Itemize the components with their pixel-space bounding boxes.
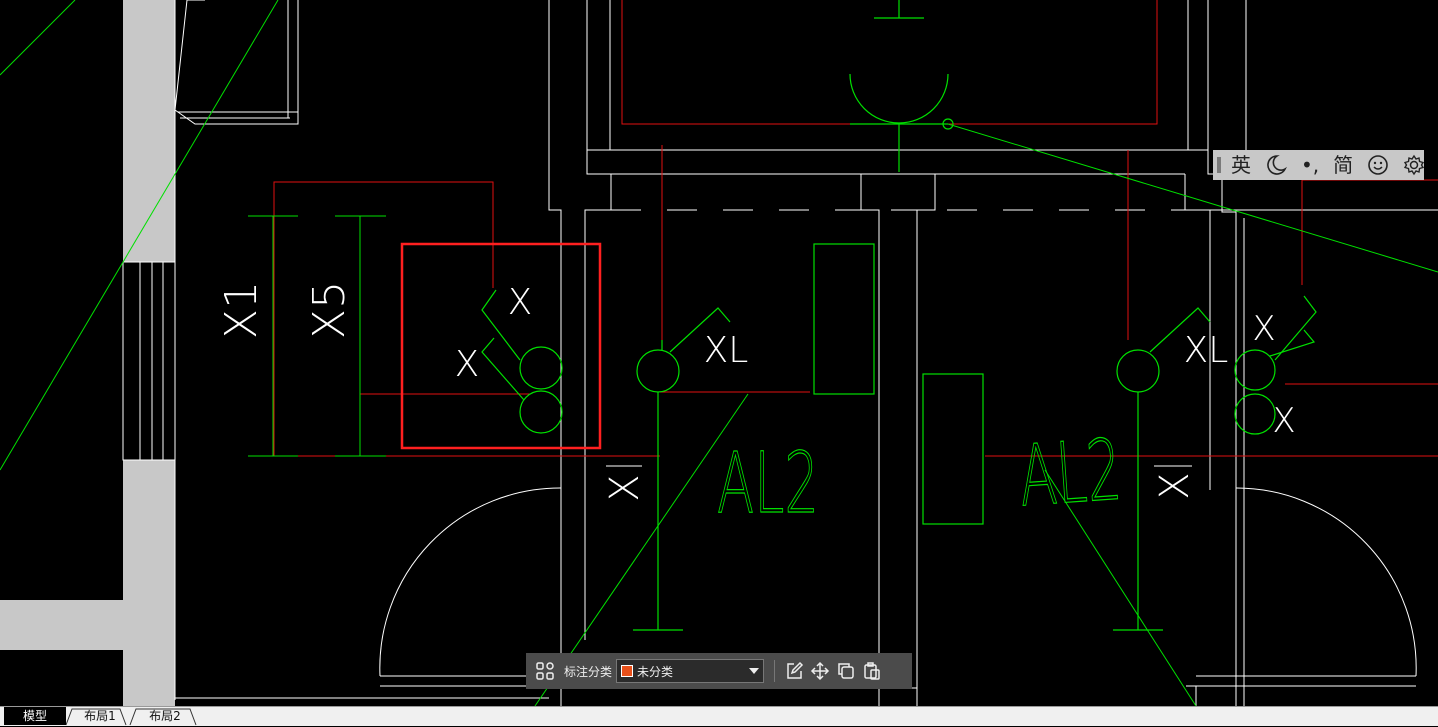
tag-x-right-lower: X	[1272, 401, 1295, 441]
walls-outline	[174, 0, 1438, 706]
annotation-toolbar[interactable]: 标注分类 未分类	[526, 653, 912, 689]
layout-tab-bar: 模型 布局1 布局2	[0, 706, 1438, 726]
ime-drag-handle[interactable]	[1217, 157, 1221, 173]
tag-x-right-upper: X	[1252, 309, 1275, 349]
tag-xl-right: XL	[1184, 330, 1229, 371]
paste-icon[interactable]	[859, 658, 885, 684]
ime-language-toggle[interactable]: 英	[1231, 150, 1251, 180]
category-dropdown[interactable]: 未分类	[616, 659, 765, 683]
selection-rectangle[interactable]	[400, 242, 602, 450]
tab-layout2[interactable]: 布局2	[136, 707, 194, 725]
tab-layout1[interactable]: 布局1	[72, 707, 128, 725]
panel-label-left: AL2	[717, 434, 819, 532]
ceiling-fixture	[849, 0, 954, 172]
tab-model[interactable]: 模型	[4, 707, 66, 725]
panel-rectangles	[813, 243, 984, 525]
wall-left	[0, 0, 175, 706]
category-label: 标注分类	[564, 664, 613, 679]
tag-x-vertical-left: X	[602, 474, 648, 501]
tag-x-vertical-right: X	[1152, 472, 1198, 499]
chevron-down-icon	[749, 668, 760, 674]
dimension-label-x1: X1	[216, 281, 267, 339]
move-icon[interactable]	[807, 658, 833, 684]
toolbar-separator	[774, 660, 776, 682]
tag-xl-left: XL	[704, 330, 749, 371]
grid-apps-icon[interactable]	[532, 658, 558, 684]
ime-script-toggle[interactable]: 简	[1333, 150, 1353, 180]
gear-icon[interactable]	[1403, 154, 1425, 176]
category-dropdown-value: 未分类	[637, 664, 674, 679]
category-color-swatch	[621, 665, 634, 677]
edit-icon[interactable]	[781, 658, 807, 684]
ime-punctuation-toggle[interactable]: •,	[1301, 150, 1319, 180]
drawing-canvas[interactable]: X1 X5 X X XL XL X X X X AL2 AL2	[0, 0, 1438, 706]
red-wiring	[248, 0, 1438, 457]
door-stripes	[122, 261, 176, 461]
tag-x-lower: X	[455, 344, 480, 385]
moon-icon[interactable]	[1265, 154, 1287, 176]
ime-toolbar[interactable]: 英 •, 简	[1213, 150, 1425, 180]
smiley-icon[interactable]	[1367, 154, 1389, 176]
dimension-label-x5: X5	[304, 281, 355, 339]
tag-x-upper: X	[508, 282, 533, 323]
panel-label-right: AL2	[1016, 421, 1125, 526]
copy-icon[interactable]	[833, 658, 859, 684]
hatched-block	[174, 0, 299, 125]
